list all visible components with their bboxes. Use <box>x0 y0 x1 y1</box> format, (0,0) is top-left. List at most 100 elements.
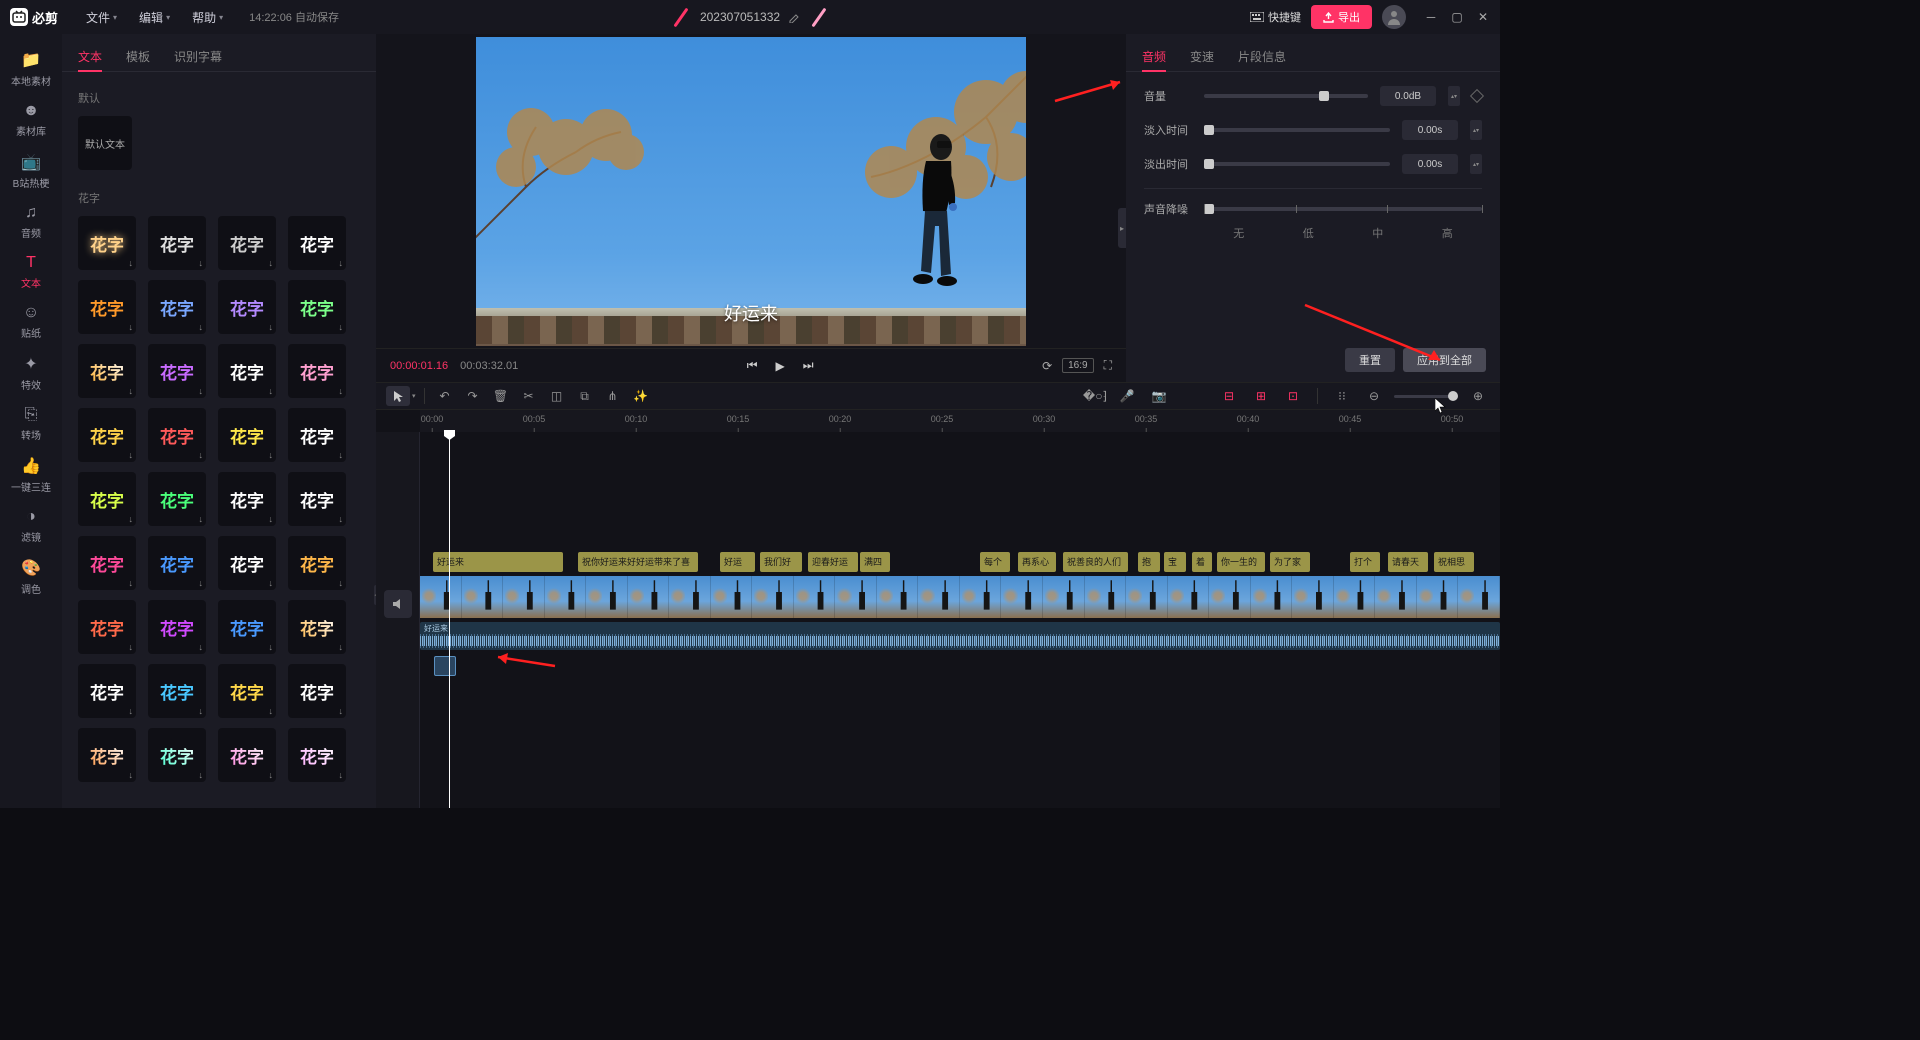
asset-tab-1[interactable]: 模板 <box>126 42 150 71</box>
text-style-card[interactable]: 花字↓ <box>218 216 276 270</box>
text-style-card[interactable]: 花字↓ <box>148 408 206 462</box>
sidebar-item-2[interactable]: 📺B站热梗 <box>6 146 56 196</box>
text-style-card[interactable]: 花字↓ <box>78 728 136 782</box>
collapse-right-panel[interactable]: ▸ <box>1118 208 1126 248</box>
subtitle-clip[interactable]: 我们好 <box>760 552 802 572</box>
split-button[interactable]: ✂ <box>517 386 541 406</box>
subtitle-clip[interactable]: 祝相思 <box>1434 552 1474 572</box>
sidebar-item-8[interactable]: 👍一键三连 <box>6 450 56 500</box>
fadein-spinner[interactable]: ▴▾ <box>1470 120 1482 140</box>
hotkey-button[interactable]: 快捷键 <box>1250 9 1301 25</box>
asset-tab-2[interactable]: 识别字幕 <box>174 42 222 71</box>
subtitle-clip[interactable]: 你一生的 <box>1217 552 1265 572</box>
text-style-card[interactable]: 花字↓ <box>288 280 346 334</box>
text-style-card[interactable]: 花字↓ <box>218 280 276 334</box>
prev-button[interactable]: ⏮ <box>747 358 758 373</box>
text-style-card[interactable]: 花字↓ <box>148 216 206 270</box>
crop-button[interactable]: ◫ <box>545 386 569 406</box>
text-clip[interactable] <box>434 656 456 676</box>
volume-spinner[interactable]: ▴▾ <box>1448 86 1460 106</box>
snap-1-icon[interactable]: ⊟ <box>1217 386 1241 406</box>
right-tab-1[interactable]: 变速 <box>1190 42 1214 71</box>
sidebar-item-5[interactable]: ☺贴纸 <box>6 298 56 346</box>
text-style-card[interactable]: 花字↓ <box>288 600 346 654</box>
text-style-card[interactable]: 花字↓ <box>148 472 206 526</box>
text-style-card[interactable]: 花字↓ <box>78 280 136 334</box>
video-track[interactable] <box>420 576 1500 618</box>
menu-file[interactable]: 文件▾ <box>78 5 125 30</box>
record-button[interactable]: 🎤 <box>1115 386 1139 406</box>
text-style-card[interactable]: 花字↓ <box>78 600 136 654</box>
magic-button[interactable]: ✨ <box>629 386 653 406</box>
subtitle-clip[interactable]: 祝善良的人们 <box>1063 552 1128 572</box>
text-style-card[interactable]: 花字↓ <box>148 664 206 718</box>
replace-button[interactable]: ⧉ <box>573 386 597 406</box>
minimize-button[interactable]: ─ <box>1424 10 1438 24</box>
subtitle-clip[interactable]: 好运 <box>720 552 755 572</box>
volume-value[interactable]: 0.0dB <box>1380 86 1436 106</box>
sidebar-item-4[interactable]: T文本 <box>6 248 56 296</box>
maximize-button[interactable]: ▢ <box>1450 10 1464 24</box>
text-style-card[interactable]: 花字↓ <box>288 344 346 398</box>
default-text-card[interactable]: 默认文本 <box>78 116 132 170</box>
snap-3-icon[interactable]: ⊡ <box>1281 386 1305 406</box>
text-style-card[interactable]: 花字↓ <box>288 536 346 590</box>
text-style-card[interactable]: 花字↓ <box>148 728 206 782</box>
text-style-card[interactable]: 花字↓ <box>148 280 206 334</box>
text-style-card[interactable]: 花字↓ <box>288 408 346 462</box>
subtitle-clip[interactable]: 宝 <box>1164 552 1186 572</box>
menu-help[interactable]: 帮助▾ <box>184 5 231 30</box>
text-style-card[interactable]: 花字↓ <box>288 472 346 526</box>
subtitle-clip[interactable]: 打个 <box>1350 552 1380 572</box>
aspect-ratio[interactable]: 16:9 <box>1062 358 1093 373</box>
text-style-card[interactable]: 花字↓ <box>218 344 276 398</box>
subtitle-clip[interactable]: 祝你好运来好好运带来了喜 <box>578 552 698 572</box>
sidebar-item-1[interactable]: ☻素材库 <box>6 96 56 144</box>
sidebar-item-3[interactable]: ♫音频 <box>6 198 56 246</box>
export-button[interactable]: 导出 <box>1311 5 1372 29</box>
sidebar-item-7[interactable]: ⎘转场 <box>6 400 56 448</box>
subtitle-clip[interactable]: 再系心 <box>1018 552 1056 572</box>
fadein-value[interactable]: 0.00s <box>1402 120 1458 140</box>
sidebar-item-9[interactable]: ◑滤镜 <box>6 502 56 550</box>
sidebar-item-0[interactable]: 📁本地素材 <box>6 44 56 94</box>
right-tab-2[interactable]: 片段信息 <box>1238 42 1286 71</box>
fadeout-slider[interactable] <box>1204 162 1390 166</box>
fadeout-spinner[interactable]: ▴▾ <box>1470 154 1482 174</box>
track-mute-button[interactable] <box>384 590 412 618</box>
text-style-card[interactable]: 花字↓ <box>218 408 276 462</box>
retime-button[interactable]: ⋔ <box>601 386 625 406</box>
loop-icon[interactable]: ⟳ <box>1042 359 1052 373</box>
text-style-card[interactable]: 花字↓ <box>218 536 276 590</box>
video-preview[interactable]: 好运来 <box>476 37 1026 346</box>
subtitle-clip[interactable]: 每个 <box>980 552 1010 572</box>
delete-button[interactable]: 🗑 <box>489 386 513 406</box>
volume-keyframe[interactable] <box>1470 89 1484 103</box>
zoom-in-button[interactable]: ⊕ <box>1466 386 1490 406</box>
text-style-card[interactable]: 花字↓ <box>78 344 136 398</box>
edit-name-icon[interactable] <box>788 11 800 23</box>
noise-slider[interactable] <box>1204 207 1482 211</box>
redo-button[interactable]: ↷ <box>461 386 485 406</box>
subtitle-clip[interactable]: 满四 <box>860 552 890 572</box>
text-style-card[interactable]: 花字↓ <box>288 728 346 782</box>
sidebar-item-10[interactable]: 🎨调色 <box>6 552 56 602</box>
subtitle-clip[interactable]: 为了家 <box>1270 552 1310 572</box>
magnet-icon[interactable]: ⁝⁝ <box>1330 386 1354 406</box>
playhead[interactable] <box>449 432 450 808</box>
project-name[interactable]: 202307051332 <box>700 10 780 24</box>
subtitle-clip[interactable]: 请春天 <box>1388 552 1428 572</box>
text-style-card[interactable]: 花字↓ <box>288 216 346 270</box>
subtitle-clip[interactable]: 好运来 <box>433 552 563 572</box>
reset-button[interactable]: 重置 <box>1345 348 1395 372</box>
text-style-card[interactable]: 花字↓ <box>218 664 276 718</box>
next-button[interactable]: ⏭ <box>803 358 814 373</box>
sidebar-item-6[interactable]: ✦特效 <box>6 348 56 398</box>
subtitle-clip[interactable]: 迎春好运 <box>808 552 858 572</box>
subtitle-clip[interactable]: 抱 <box>1138 552 1160 572</box>
text-style-card[interactable]: 花字↓ <box>78 408 136 462</box>
text-style-card[interactable]: 花字↓ <box>218 728 276 782</box>
snap-2-icon[interactable]: ⊞ <box>1249 386 1273 406</box>
fullscreen-icon[interactable]: ⛶ <box>1104 358 1112 373</box>
volume-slider[interactable] <box>1204 94 1368 98</box>
